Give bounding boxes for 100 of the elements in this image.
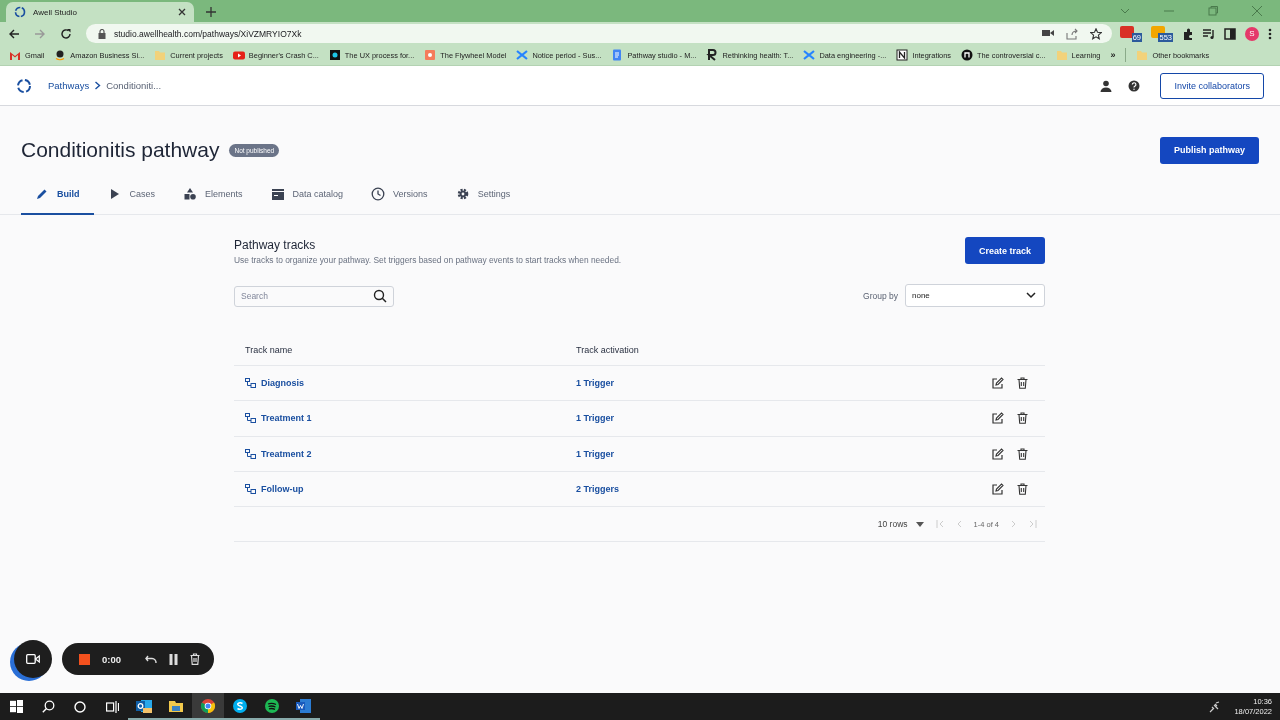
breadcrumb-link[interactable]: Pathways: [48, 80, 90, 91]
new-tab-icon[interactable]: [206, 7, 216, 17]
settings-icon: [455, 186, 470, 201]
camera-icon[interactable]: [1042, 27, 1054, 38]
folder-icon: [1136, 49, 1149, 61]
track-icon: [245, 378, 256, 389]
video-camera-icon: [26, 654, 40, 664]
group-by-label: Group by: [863, 290, 898, 301]
help-icon[interactable]: [1128, 79, 1141, 92]
close-icon[interactable]: [178, 8, 186, 16]
trigger-link[interactable]: 1 Trigger: [576, 448, 614, 459]
tab[interactable]: Elements: [169, 174, 257, 215]
folder-icon: [270, 186, 285, 201]
app-logo-icon: [14, 6, 26, 18]
clock-icon: [371, 186, 386, 201]
tab[interactable]: Data catalog: [256, 174, 358, 215]
search-field[interactable]: Search: [234, 285, 394, 307]
section-description: Use tracks to organize your pathway. Set triggers based on pathway events to start tracks when needed.: [234, 255, 623, 265]
taskbar-app[interactable]: [192, 693, 224, 720]
edit-icon[interactable]: [992, 447, 1004, 460]
tab-title: Awell Studio: [33, 7, 78, 17]
document-app-icon: [296, 697, 312, 714]
task-view-icon[interactable]: [105, 700, 119, 713]
cross-icon: [516, 49, 529, 61]
url-text: studio.awellhealth.com/pathways/XiVZMRYIO7Xk: [114, 28, 302, 39]
tab[interactable]: Settings: [441, 174, 525, 215]
cross-icon: [803, 49, 816, 61]
trash-icon[interactable]: [190, 653, 200, 665]
create-track-button[interactable]: Create track: [964, 237, 1045, 264]
recording-time: 0:00: [102, 653, 121, 665]
track-name-link[interactable]: Follow-up: [261, 484, 304, 495]
mail-app-icon: [136, 697, 152, 714]
pathway-title: Conditionitis pathway: [21, 138, 220, 162]
search-icon[interactable]: [41, 700, 55, 713]
delete-icon[interactable]: [1017, 412, 1028, 425]
side-panel-icon[interactable]: [1224, 27, 1236, 40]
chevron-down-icon: [1026, 292, 1036, 299]
back-icon[interactable]: [8, 27, 20, 40]
delete-icon[interactable]: [1017, 483, 1028, 496]
profile-avatar[interactable]: S: [1245, 26, 1259, 41]
edit-icon[interactable]: [992, 377, 1004, 390]
select-value: none: [912, 291, 930, 300]
square-icon: [424, 49, 437, 61]
trigger-link[interactable]: 2 Triggers: [576, 484, 620, 495]
browser-tab[interactable]: Awell Studio: [6, 2, 194, 22]
address-bar[interactable]: studio.awellhealth.com/pathways/XiVZMRYIO7Xk: [86, 24, 1112, 43]
undo-icon[interactable]: [145, 654, 157, 664]
circle-icon: [961, 49, 973, 61]
star-icon[interactable]: [1090, 27, 1102, 40]
group-by-select[interactable]: none: [905, 284, 1045, 307]
camera-button[interactable]: [14, 640, 52, 678]
chat-app-icon: [232, 697, 248, 714]
edit-icon[interactable]: [992, 412, 1004, 425]
track-icon: [245, 484, 256, 495]
user-icon[interactable]: [1100, 79, 1113, 92]
pause-icon[interactable]: [169, 653, 178, 665]
folder-icon: [1055, 49, 1068, 61]
section-title: Pathway tracks: [234, 238, 317, 252]
browser-icon: [200, 697, 216, 714]
playlist-icon[interactable]: [1203, 27, 1215, 40]
delete-icon[interactable]: [1017, 377, 1028, 390]
breadcrumb-current: Conditioniti...: [106, 80, 162, 91]
folder-icon: [154, 49, 167, 61]
play-icon: [232, 49, 245, 61]
track-name-link[interactable]: Diagnosis: [261, 378, 304, 389]
track-name-link[interactable]: Treatment 2: [261, 448, 312, 459]
delete-icon[interactable]: [1017, 447, 1028, 460]
tab[interactable]: Build: [21, 174, 94, 215]
tab[interactable]: Versions: [357, 174, 442, 215]
column-header: Track name: [245, 344, 294, 355]
awell-logo-icon[interactable]: [16, 77, 32, 94]
trigger-link[interactable]: 1 Trigger: [576, 413, 614, 424]
mail-icon: [9, 49, 21, 61]
caret-down-icon[interactable]: [915, 521, 924, 527]
invite-collaborators-button[interactable]: Invite collaborators: [1160, 72, 1264, 99]
logo-icon: [706, 49, 719, 61]
track-name-link[interactable]: Treatment 1: [261, 413, 312, 424]
music-app-icon: [264, 697, 280, 714]
track-icon: [245, 448, 256, 459]
logo-icon: [896, 49, 909, 61]
windows-start-icon[interactable]: [9, 700, 23, 713]
search-icon: [373, 289, 387, 303]
tab[interactable]: Cases: [93, 174, 169, 215]
puzzle-icon[interactable]: [1182, 27, 1194, 40]
share-icon[interactable]: [1066, 27, 1078, 40]
circle-icon: [54, 49, 67, 61]
more-icon[interactable]: [1268, 27, 1272, 40]
stop-icon[interactable]: [79, 653, 90, 665]
square-icon: [328, 49, 341, 61]
lock-icon: [98, 28, 106, 39]
trigger-link[interactable]: 1 Trigger: [576, 378, 614, 389]
edit-icon[interactable]: [992, 483, 1004, 496]
track-icon: [245, 413, 256, 424]
shapes-icon: [183, 186, 197, 201]
column-header: Track activation: [576, 344, 640, 355]
chevron-right-icon: [94, 81, 102, 90]
publish-pathway-button[interactable]: Publish pathway: [1160, 136, 1259, 164]
more-bookmarks-button[interactable]: »: [1110, 50, 1116, 60]
rows-per-page[interactable]: 10 rows: [877, 519, 908, 530]
reload-icon[interactable]: [60, 27, 72, 40]
